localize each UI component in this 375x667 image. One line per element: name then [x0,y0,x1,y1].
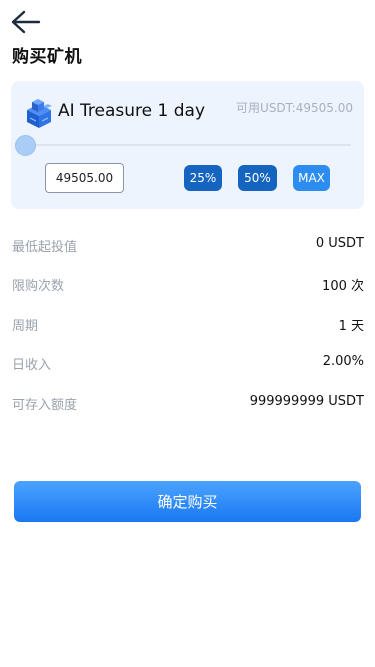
detail-row-min-invest: 最低起投值 0 USDT [12,236,364,256]
detail-label: 周期 [12,319,39,334]
product-name: AI Treasure 1 day [58,101,206,121]
detail-value: 1 天 [338,319,364,334]
percent-50-button[interactable]: 50% [238,165,277,191]
detail-row-purchase-limit: 限购次数 100 次 [12,275,364,295]
arrow-left-icon[interactable] [10,8,42,36]
detail-value: 100 次 [322,279,364,294]
detail-value: 999999999 USDT [249,394,364,409]
detail-row-daily-income: 日收入 2.00% [12,354,364,374]
cube-stack-icon [27,99,52,128]
product-card: AI Treasure 1 day 可用USDT:49505.00 25% 50… [11,81,364,209]
detail-label: 限购次数 [12,279,65,294]
amount-input[interactable] [45,163,124,193]
detail-label: 最低起投值 [12,240,78,255]
detail-label: 可存入额度 [12,398,78,413]
available-balance: 可用USDT:49505.00 [236,101,353,115]
amount-slider-track[interactable] [25,144,351,146]
detail-label: 日收入 [12,358,52,373]
header: 购买矿机 [0,0,375,70]
detail-value: 0 USDT [315,236,364,251]
max-button[interactable]: MAX [293,165,330,191]
confirm-purchase-button[interactable]: 确定购买 [14,481,361,522]
detail-value: 2.00% [322,354,364,369]
page-title: 购买矿机 [12,47,82,67]
detail-row-cycle: 周期 1 天 [12,315,364,335]
percent-25-button[interactable]: 25% [184,165,222,191]
detail-row-deposit-quota: 可存入额度 999999999 USDT [12,394,364,414]
amount-slider-thumb[interactable] [15,135,36,156]
